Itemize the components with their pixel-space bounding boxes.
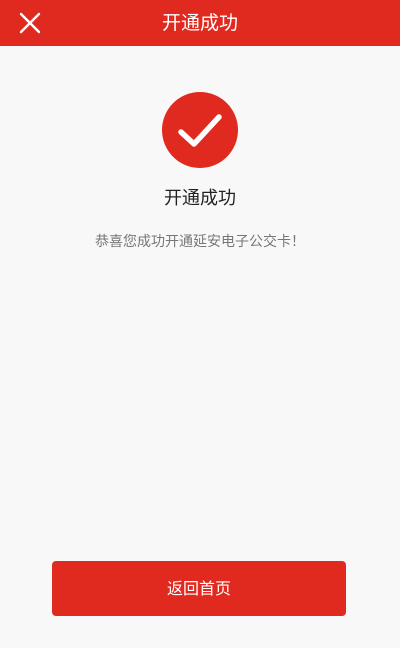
success-message: 恭喜您成功开通延安电子公交卡！ — [95, 234, 305, 250]
success-badge — [162, 92, 238, 168]
page-title: 开通成功 — [161, 12, 238, 34]
app-screen: 开通成功 开通成功 恭喜您成功开通延安电子公交卡！ 返回首页 — [0, 0, 400, 648]
return-home-button[interactable]: 返回首页 — [52, 561, 346, 616]
header-bar: 开通成功 — [0, 0, 400, 46]
check-icon — [178, 114, 222, 147]
success-title: 开通成功 — [164, 188, 236, 209]
